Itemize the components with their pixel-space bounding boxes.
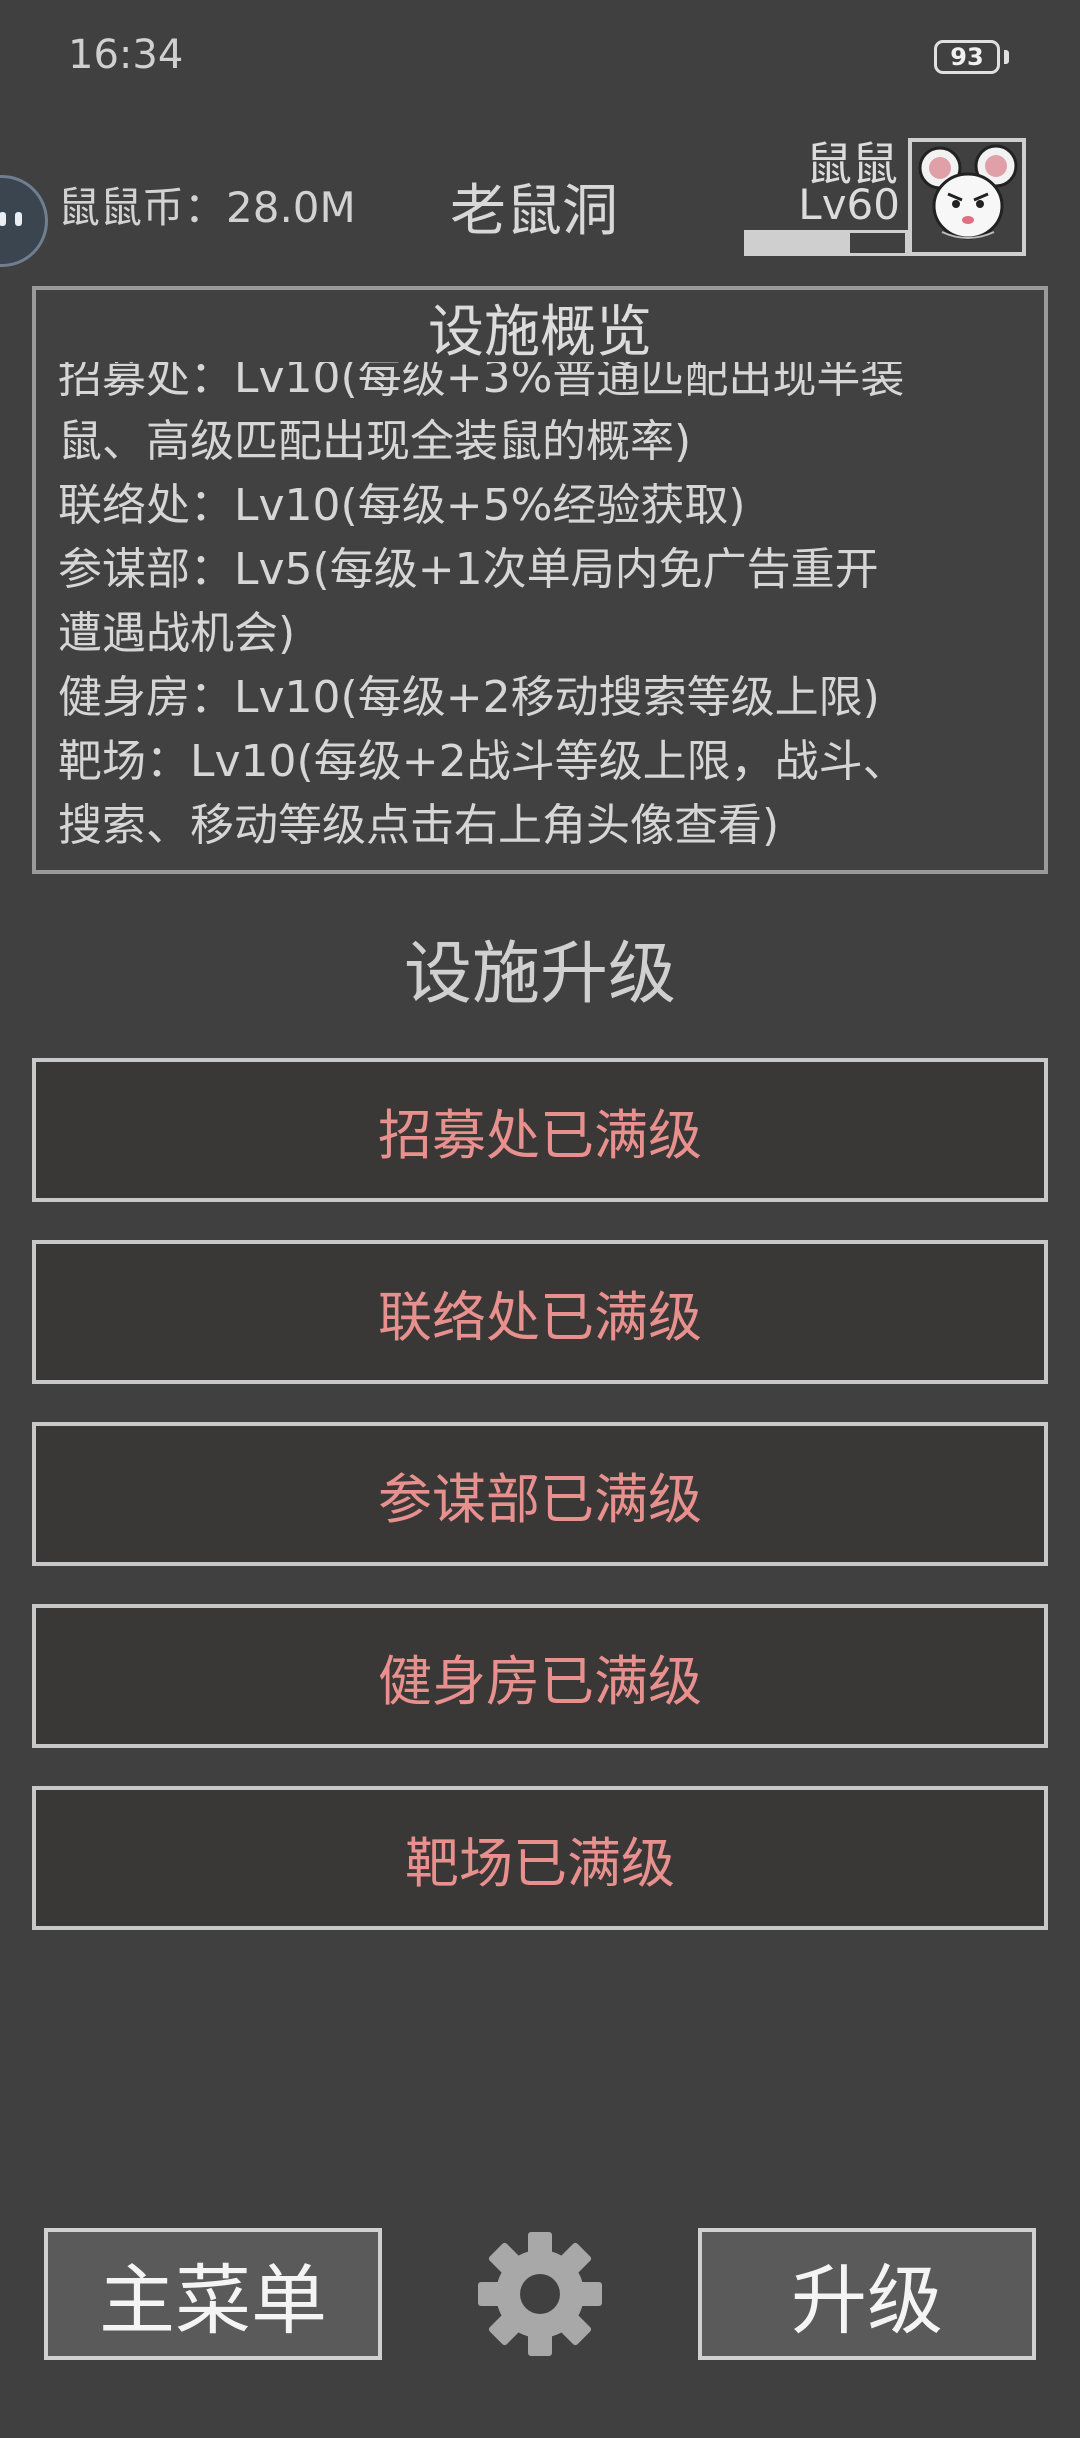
player-avatar[interactable]	[908, 138, 1026, 256]
xp-progress-bar	[744, 230, 908, 256]
coin-balance: 鼠鼠币：28.0M	[58, 183, 356, 232]
overview-title: 设施概览	[36, 304, 1044, 362]
overview-line: 健身房：Lv10(每级+2移动搜索等级上限)	[58, 672, 880, 723]
battery-tip	[1004, 50, 1009, 64]
upgrade-button[interactable]: 升级	[698, 2228, 1036, 2360]
bubble-eye-right	[15, 212, 22, 226]
recruit-office-button[interactable]: 招募处已满级	[32, 1058, 1048, 1202]
staff-department-button[interactable]: 参谋部已满级	[32, 1422, 1048, 1566]
status-time: 16:34	[68, 32, 184, 78]
main-menu-button[interactable]: 主菜单	[44, 2228, 382, 2360]
overview-line: 靶场：Lv10(每级+2战斗等级上限，战斗、	[58, 736, 907, 787]
mouse-avatar-icon	[918, 144, 1018, 240]
overview-line: 联络处：Lv10(每级+5%经验获取)	[58, 480, 746, 531]
gear-icon[interactable]	[474, 2228, 606, 2360]
screen: 16:34 93 鼠鼠币：28.0M 老鼠洞 鼠鼠 Lv60 设施概览 招募处：…	[0, 0, 1080, 2438]
overview-line: 鼠、高级匹配出现全装鼠的概率)	[58, 416, 692, 467]
battery-indicator: 93	[934, 40, 1000, 74]
player-level: Lv60	[798, 180, 900, 229]
facility-overview-panel[interactable]: 设施概览 招募处：Lv10(每级+3%普通匹配出现半装 鼠、高级匹配出现全装鼠的…	[32, 286, 1048, 874]
gear-icon-svg	[478, 2232, 602, 2356]
floating-assistant-icon[interactable]	[0, 175, 48, 267]
liaison-office-button[interactable]: 联络处已满级	[32, 1240, 1048, 1384]
gym-button[interactable]: 健身房已满级	[32, 1604, 1048, 1748]
overview-line: 遭遇战机会)	[58, 608, 296, 659]
xp-progress-fill	[747, 233, 850, 253]
page-title: 老鼠洞	[450, 179, 618, 244]
overview-line: 参谋部：Lv5(每级+1次单局内免广告重开	[58, 544, 879, 595]
bubble-eye-left	[0, 212, 6, 226]
upgrade-section-title: 设施升级	[403, 935, 676, 1014]
overview-line: 搜索、移动等级点击右上角头像查看)	[58, 800, 780, 851]
overview-text: 招募处：Lv10(每级+3%普通匹配出现半装 鼠、高级匹配出现全装鼠的概率) 联…	[58, 346, 1038, 858]
shooting-range-button[interactable]: 靶场已满级	[32, 1786, 1048, 1930]
